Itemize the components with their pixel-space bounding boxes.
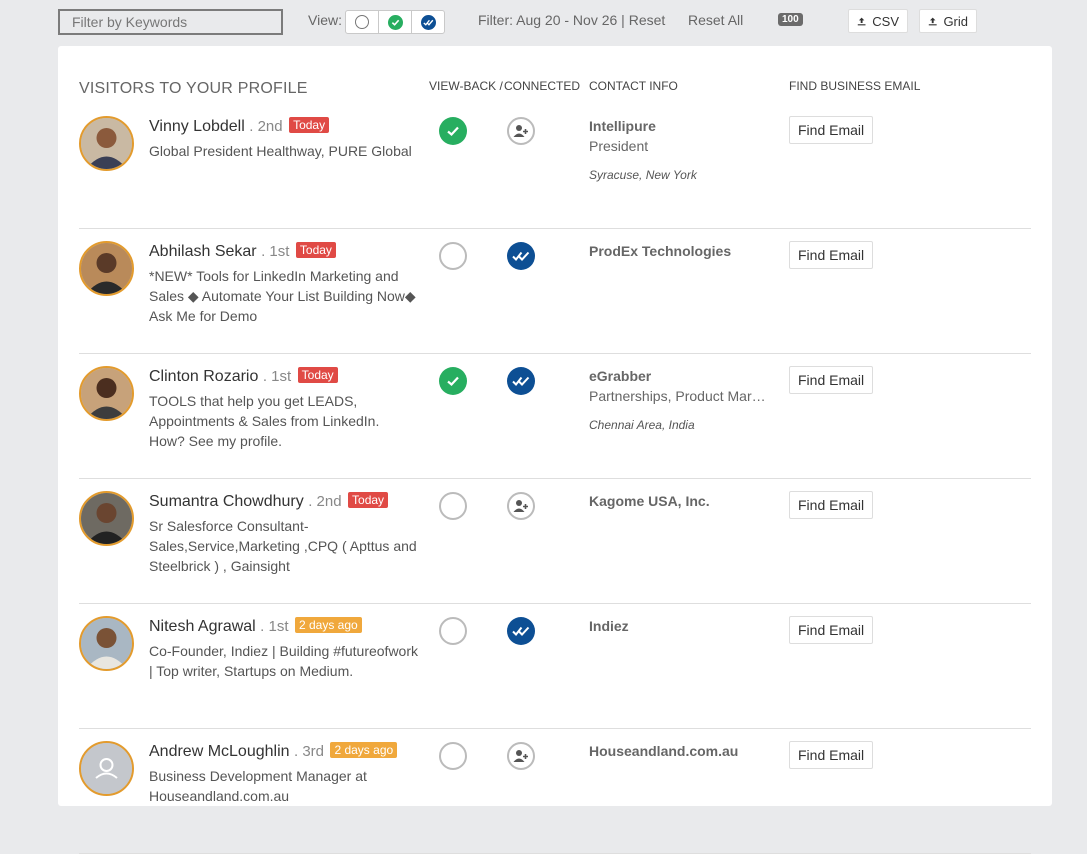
add-connection-icon[interactable] bbox=[507, 742, 535, 770]
column-header-viewback: VIEW-BACK / bbox=[429, 79, 503, 93]
avatar[interactable] bbox=[79, 616, 134, 671]
find-email-button[interactable]: Find Email bbox=[789, 491, 874, 519]
location: Chennai Area, India bbox=[589, 418, 695, 432]
visitor-headline: TOOLS that help you get LEADS, Appointme… bbox=[149, 393, 380, 449]
visitor-row: Abhilash Sekar . 1st Today *NEW* Tools fo… bbox=[79, 229, 1031, 354]
name-line: Abhilash Sekar . 1st Today bbox=[149, 242, 336, 261]
visit-time-badge: Today bbox=[297, 367, 338, 383]
visitor-name[interactable]: Sumantra Chowdhury bbox=[149, 493, 304, 510]
double-check-icon bbox=[420, 14, 436, 30]
grid-export-button[interactable]: Grid bbox=[919, 9, 977, 33]
visitor-headline: Sr Salesforce Consultant- Sales,Service,… bbox=[149, 518, 417, 574]
avatar[interactable] bbox=[79, 741, 134, 796]
upload-icon bbox=[928, 17, 937, 25]
count-badge: 100 bbox=[778, 13, 803, 26]
visitor-headline: Business Development Manager at Houseand… bbox=[149, 768, 367, 804]
column-header-connected: CONNECTED bbox=[504, 79, 581, 93]
date-filter-text: Filter: Aug 20 - Nov 26 | Reset bbox=[478, 12, 665, 28]
connection-degree: . 1st bbox=[262, 368, 292, 385]
viewback-check-icon bbox=[439, 117, 467, 145]
csv-export-button[interactable]: CSV bbox=[848, 9, 908, 33]
find-email-button[interactable]: Find Email bbox=[789, 241, 874, 269]
add-connection-icon[interactable] bbox=[507, 117, 535, 145]
view-connected-option[interactable] bbox=[412, 11, 444, 33]
panel-title: VISITORS TO YOUR PROFILE bbox=[79, 80, 308, 97]
reset-link[interactable]: Reset bbox=[629, 12, 666, 28]
connection-degree: . 2nd bbox=[249, 118, 283, 135]
viewback-empty-icon bbox=[439, 242, 467, 270]
name-line: Sumantra Chowdhury . 2nd Today bbox=[149, 492, 389, 511]
visit-time-badge: Today bbox=[295, 242, 336, 258]
name-line: Nitesh Agrawal . 1st 2 days ago bbox=[149, 617, 362, 636]
avatar[interactable] bbox=[79, 366, 134, 421]
company-name: Indiez bbox=[589, 618, 629, 634]
connected-double-check-icon bbox=[507, 617, 535, 645]
visitor-name[interactable]: Andrew McLoughlin bbox=[149, 743, 290, 760]
visit-time-badge: Today bbox=[348, 492, 389, 508]
avatar[interactable] bbox=[79, 241, 134, 296]
job-title: Partnerships, Product Marketing bbox=[589, 388, 769, 404]
visitor-row: Nitesh Agrawal . 1st 2 days ago Co-Founde… bbox=[79, 604, 1031, 729]
company-name: Kagome USA, Inc. bbox=[589, 493, 710, 509]
find-email-button[interactable]: Find Email bbox=[789, 366, 874, 394]
column-header-contact: CONTACT INFO bbox=[589, 79, 678, 93]
name-line: Andrew McLoughlin . 3rd 2 days ago bbox=[149, 742, 398, 761]
empty-circle-icon bbox=[355, 15, 369, 29]
view-toggle-group bbox=[345, 10, 445, 34]
visitor-headline: *NEW* Tools for LinkedIn Marketing and S… bbox=[149, 268, 416, 324]
avatar[interactable] bbox=[79, 491, 134, 546]
viewback-empty-icon bbox=[439, 742, 467, 770]
visitor-name[interactable]: Nitesh Agrawal bbox=[149, 618, 256, 635]
company-name: eGrabber bbox=[589, 368, 652, 384]
toolbar: View: Filter: Aug 20 - Nov 26 | Reset Re… bbox=[0, 0, 1087, 46]
keyword-filter-input[interactable] bbox=[58, 9, 283, 35]
viewback-check-icon bbox=[439, 367, 467, 395]
reset-all-link[interactable]: Reset All bbox=[688, 12, 743, 28]
visitor-row: Vinny Lobdell . 2nd Today Global Presiden… bbox=[79, 104, 1031, 229]
visitor-headline: Co-Founder, Indiez | Building #futureofw… bbox=[149, 643, 419, 679]
view-viewback-option[interactable] bbox=[379, 11, 412, 33]
connected-double-check-icon bbox=[507, 367, 535, 395]
visitor-row: Andrew McLoughlin . 3rd 2 days ago Busine… bbox=[79, 729, 1031, 854]
connection-degree: . 3rd bbox=[293, 743, 324, 760]
location: Syracuse, New York bbox=[589, 168, 697, 182]
find-email-button[interactable]: Find Email bbox=[789, 616, 874, 644]
visit-time-badge: 2 days ago bbox=[330, 742, 398, 758]
avatar[interactable] bbox=[79, 116, 134, 171]
visitors-panel: VISITORS TO YOUR PROFILE VIEW-BACK / CON… bbox=[58, 46, 1052, 854]
connection-degree: . 1st bbox=[261, 243, 290, 260]
name-line: Vinny Lobdell . 2nd Today bbox=[149, 117, 330, 136]
visit-time-badge: 2 days ago bbox=[294, 617, 362, 633]
company-name: Intellipure bbox=[589, 118, 656, 134]
view-label: View: bbox=[308, 12, 342, 28]
visit-time-badge: Today bbox=[289, 117, 330, 133]
csv-label: CSV bbox=[872, 13, 899, 29]
visitor-headline: Global President Healthway, PURE Global bbox=[149, 143, 412, 159]
grid-label: Grid bbox=[943, 13, 968, 29]
date-filter-label: Filter: Aug 20 - Nov 26 | bbox=[478, 12, 629, 28]
find-email-button[interactable]: Find Email bbox=[789, 116, 874, 144]
company-name: ProdEx Technologies bbox=[589, 243, 732, 259]
viewback-empty-icon bbox=[439, 492, 467, 520]
add-connection-icon[interactable] bbox=[507, 492, 535, 520]
find-email-button[interactable]: Find Email bbox=[789, 741, 874, 769]
visitor-name[interactable]: Vinny Lobdell bbox=[149, 118, 245, 135]
column-header-find-email: FIND BUSINESS EMAIL bbox=[789, 79, 921, 93]
connected-double-check-icon bbox=[507, 242, 535, 270]
visitor-row: Sumantra Chowdhury . 2nd Today Sr Salesfo… bbox=[79, 479, 1031, 604]
check-icon bbox=[387, 14, 403, 30]
connection-degree: . 1st bbox=[260, 618, 289, 635]
visitor-name[interactable]: Clinton Rozario bbox=[149, 368, 258, 385]
view-all-option[interactable] bbox=[346, 11, 379, 33]
viewback-empty-icon bbox=[439, 617, 467, 645]
job-title: President bbox=[589, 138, 649, 154]
upload-icon bbox=[857, 17, 866, 25]
connection-degree: . 2nd bbox=[308, 493, 342, 510]
company-name: Houseandland.com.au bbox=[589, 743, 739, 759]
name-line: Clinton Rozario . 1st Today bbox=[149, 367, 338, 386]
visitor-name[interactable]: Abhilash Sekar bbox=[149, 243, 257, 260]
visitor-row: Clinton Rozario . 1st Today TOOLS that he… bbox=[79, 354, 1031, 479]
